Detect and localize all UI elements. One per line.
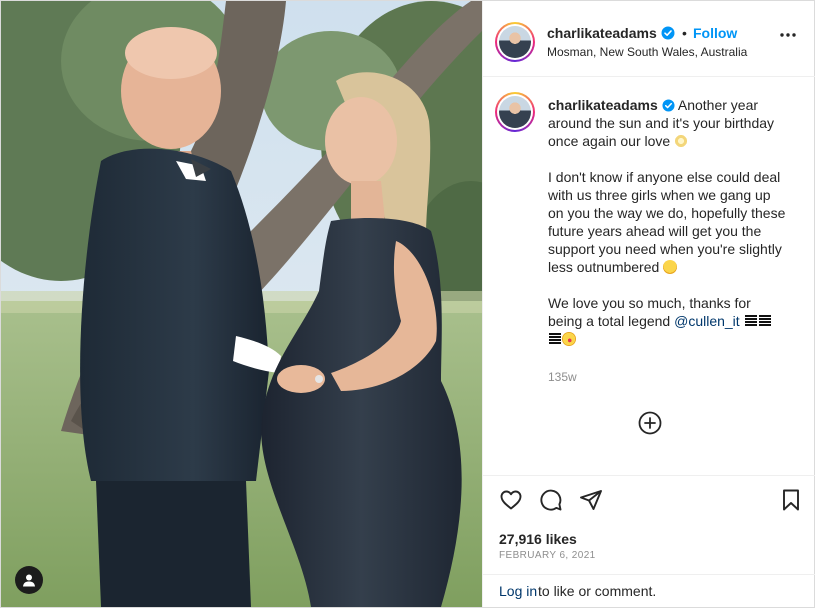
avatar[interactable] bbox=[495, 22, 535, 62]
bookmark-icon[interactable] bbox=[779, 488, 803, 512]
login-link[interactable]: Log in bbox=[499, 583, 537, 599]
header-username[interactable]: charlikateadams bbox=[547, 25, 675, 41]
caption-username[interactable]: charlikateadams bbox=[548, 97, 658, 113]
more-options-icon[interactable] bbox=[779, 32, 797, 38]
post-frame: charlikateadams • Follow Mosman, New Sou… bbox=[0, 0, 815, 608]
grinning-sweat-emoji-icon bbox=[663, 260, 678, 274]
mention-link[interactable]: @cullen_it bbox=[674, 313, 740, 329]
comment-icon[interactable] bbox=[539, 488, 563, 512]
location-link[interactable]: Mosman, New South Wales, Australia bbox=[547, 45, 747, 59]
likes-count[interactable]: 27,916 likes bbox=[499, 531, 577, 547]
heart-icon[interactable] bbox=[499, 488, 523, 512]
verified-badge-icon bbox=[661, 26, 675, 40]
caption-avatar[interactable] bbox=[495, 92, 535, 132]
caption-line-2: I don't know if anyone else could deal w… bbox=[548, 169, 786, 275]
post-header: charlikateadams • Follow Mosman, New Sou… bbox=[483, 1, 815, 77]
user-tag-button[interactable] bbox=[15, 566, 43, 594]
verified-badge-icon bbox=[662, 99, 675, 112]
action-bar: 27,916 likes FEBRUARY 6, 2021 bbox=[483, 475, 815, 575]
couple-photo-illustration bbox=[1, 1, 482, 607]
plus-circle-icon[interactable] bbox=[638, 411, 662, 435]
caption-text: charlikateadams Another year around the … bbox=[548, 96, 788, 348]
post-date[interactable]: FEBRUARY 6, 2021 bbox=[499, 550, 596, 561]
post-time-ago: 135w bbox=[548, 370, 577, 384]
dizzy-emoji-icon bbox=[674, 134, 689, 148]
flag-emoji-icon bbox=[744, 315, 757, 327]
flag-emoji-icon bbox=[549, 333, 561, 345]
post-details-panel: charlikateadams • Follow Mosman, New Sou… bbox=[482, 1, 815, 607]
flag-emoji-icon bbox=[758, 315, 771, 327]
user-tag-icon bbox=[23, 574, 35, 587]
kissing-face-emoji-icon bbox=[562, 332, 576, 346]
post-photo[interactable] bbox=[1, 1, 482, 607]
follow-button[interactable]: Follow bbox=[693, 25, 737, 41]
comment-bar: Log in to like or comment. bbox=[483, 574, 815, 607]
comment-bar-text: to like or comment. bbox=[538, 583, 657, 599]
separator-dot: • bbox=[682, 25, 687, 41]
caption-section: charlikateadams Another year around the … bbox=[483, 78, 815, 474]
paper-plane-icon[interactable] bbox=[579, 488, 603, 512]
header-username-text[interactable]: charlikateadams bbox=[547, 25, 657, 41]
